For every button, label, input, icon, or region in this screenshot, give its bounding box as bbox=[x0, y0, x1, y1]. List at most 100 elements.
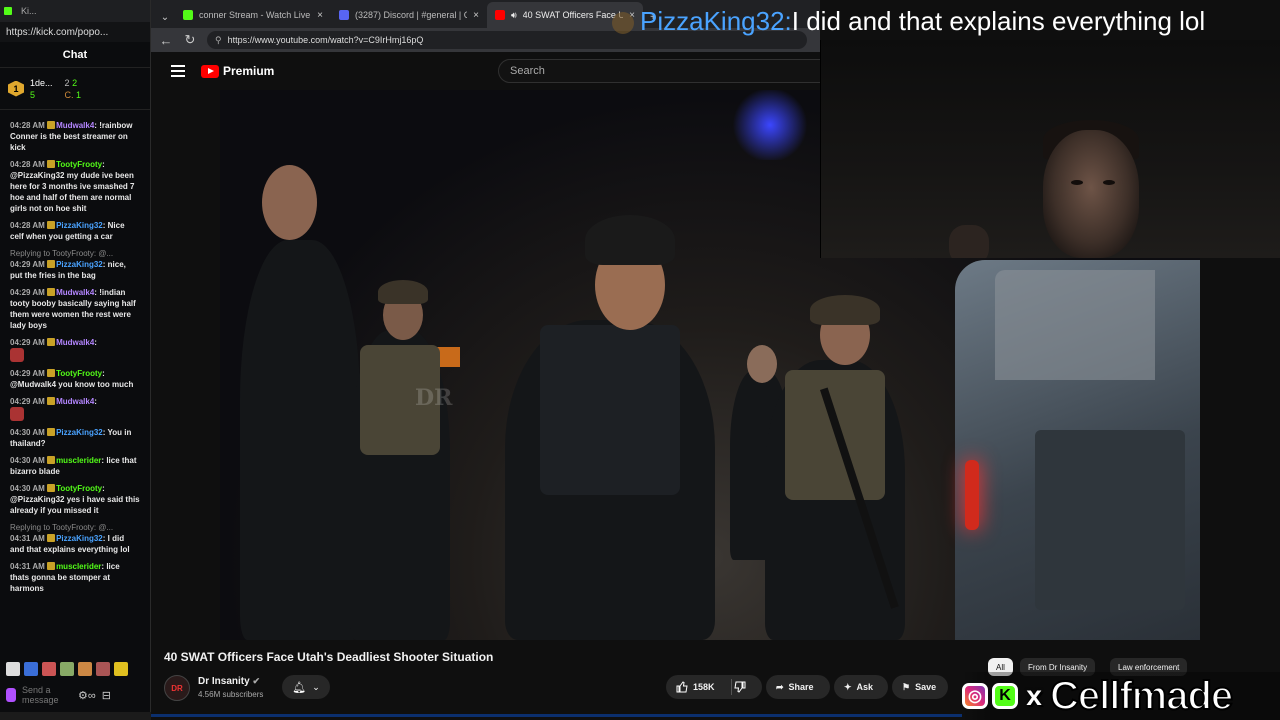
address-bar-url[interactable]: https://www.youtube.com/watch?v=C9IrHmj1… bbox=[228, 35, 424, 45]
chat-message[interactable]: 04:28 AM PizzaKing32: Nice celf when you… bbox=[10, 220, 140, 242]
audio-playing-icon[interactable]: 🔊︎ bbox=[511, 10, 517, 21]
chat-username[interactable]: PizzaKing32 bbox=[56, 428, 103, 437]
chat-username[interactable]: PizzaKing32 bbox=[56, 221, 103, 230]
chat-url-text[interactable]: https://kick.com/popo... bbox=[6, 27, 108, 38]
reload-icon[interactable]: ↻ bbox=[183, 32, 197, 48]
chat-message[interactable]: 04:31 AM musclerider: lice thats gonna b… bbox=[10, 561, 140, 594]
officer-head bbox=[747, 345, 777, 383]
chat-badge-icon bbox=[47, 562, 56, 570]
bell-icon: 🔔︎ bbox=[292, 681, 307, 694]
chat-username[interactable]: TootyFrooty bbox=[56, 484, 102, 493]
emote-hand-icon[interactable] bbox=[96, 662, 110, 676]
share-label: Share bbox=[788, 682, 814, 692]
search-input[interactable]: Search bbox=[498, 59, 820, 83]
chat-username[interactable]: TootyFrooty bbox=[56, 369, 102, 378]
overlay-chat-message: PizzaKing32: I did and that explains eve… bbox=[640, 4, 1205, 38]
chat-message[interactable]: 04:28 AM TootyFrooty: @PizzaKing32 my du… bbox=[10, 159, 140, 214]
thumbs-up-icon[interactable] bbox=[676, 681, 688, 693]
chat-badge-icon bbox=[47, 428, 56, 436]
chat-message[interactable]: 04:28 AM Mudwalk4: !rainbow Conner is th… bbox=[10, 120, 140, 153]
leaderboard-first-name[interactable]: 1de... bbox=[30, 78, 53, 88]
helmet bbox=[810, 295, 880, 325]
chat-username[interactable]: Mudwalk4 bbox=[56, 121, 94, 130]
browser-tab-discord[interactable]: (3287) Discord | #general | Cell × bbox=[331, 2, 487, 28]
bookmark-icon: ⚑ bbox=[902, 681, 911, 692]
site-info-icon[interactable]: ⚲ bbox=[215, 35, 222, 46]
ask-label: Ask bbox=[856, 682, 874, 692]
chat-message-text: @PizzaKing32 my dude ive been here for 3… bbox=[10, 171, 135, 213]
emote-star-icon[interactable] bbox=[114, 662, 128, 676]
chat-username[interactable]: PizzaKing32 bbox=[56, 534, 103, 543]
chat-send-icon[interactable]: ⊟ bbox=[102, 689, 111, 702]
streamer-handle: Cellfmade bbox=[1049, 673, 1234, 719]
ask-button[interactable]: ✦ Ask bbox=[834, 675, 888, 699]
chat-window-tab-title[interactable]: Ki... bbox=[21, 6, 37, 16]
chat-reply-context[interactable]: Replying to TootyFrooty: @... bbox=[10, 248, 140, 259]
like-count: 158K bbox=[693, 682, 715, 692]
streamer-face bbox=[1043, 130, 1139, 258]
emote-face-icon[interactable] bbox=[42, 662, 56, 676]
chat-username[interactable]: musclerider bbox=[56, 456, 101, 465]
chat-message[interactable]: 04:30 AM musclerider: lice that bizarro … bbox=[10, 455, 140, 477]
chat-username[interactable]: musclerider bbox=[56, 562, 101, 571]
chat-username[interactable]: Mudwalk4 bbox=[56, 338, 94, 347]
share-button[interactable]: ➦ Share bbox=[766, 675, 830, 699]
hamburger-menu-icon[interactable] bbox=[171, 65, 185, 77]
youtube-logo[interactable]: Premium bbox=[201, 64, 274, 78]
streamer-eye bbox=[1103, 180, 1115, 185]
emote-w-icon[interactable] bbox=[24, 662, 38, 676]
chat-username[interactable]: Mudwalk4 bbox=[56, 288, 94, 297]
close-tab-icon[interactable]: × bbox=[317, 10, 323, 21]
chat-badge-icon bbox=[47, 484, 56, 492]
youtube-header: Premium Search bbox=[151, 52, 820, 90]
mic-icon[interactable] bbox=[6, 688, 16, 702]
chat-message[interactable]: 04:29 AM Mudwalk4: !indian tooty booby b… bbox=[10, 287, 140, 331]
save-button[interactable]: ⚑ Save bbox=[892, 675, 948, 699]
channel-name-text[interactable]: Dr Insanity bbox=[198, 676, 250, 687]
leaderboard-second-rank[interactable]: 2 bbox=[65, 78, 70, 88]
officer-head bbox=[262, 165, 317, 240]
sparkle-icon: ✦ bbox=[844, 681, 852, 692]
chat-reply-context[interactable]: Replying to TootyFrooty: @... bbox=[10, 522, 140, 533]
channel-name[interactable]: Dr Insanity ✔ bbox=[198, 676, 260, 687]
youtube-favicon-icon bbox=[495, 10, 505, 20]
thumbs-down-icon[interactable] bbox=[733, 681, 746, 693]
verified-check-icon: ✔ bbox=[252, 676, 261, 686]
chat-message[interactable]: 04:29 AM TootyFrooty: @Mudwalk4 you know… bbox=[10, 368, 140, 390]
helmet bbox=[585, 215, 675, 265]
chat-timestamp: 04:31 AM bbox=[10, 534, 45, 543]
video-progress-bar[interactable] bbox=[151, 714, 962, 717]
police-light-glow bbox=[730, 90, 810, 160]
streamer-eye bbox=[1071, 180, 1083, 185]
like-dislike-button[interactable]: 158K bbox=[666, 675, 762, 699]
channel-avatar[interactable]: DR bbox=[164, 675, 190, 701]
tab-search-dropdown-icon[interactable]: ⌄ bbox=[155, 6, 175, 28]
chat-emote-bar bbox=[6, 660, 146, 678]
chat-username[interactable]: PizzaKing32 bbox=[56, 260, 103, 269]
close-tab-icon[interactable]: × bbox=[473, 10, 479, 21]
chat-message-input[interactable]: Send a message bbox=[22, 685, 72, 705]
chat-window-urlbar[interactable]: https://kick.com/popo... bbox=[0, 22, 150, 42]
chat-username[interactable]: Mudwalk4 bbox=[56, 397, 94, 406]
chat-message[interactable]: 04:29 AM Mudwalk4: bbox=[10, 396, 140, 421]
share-arrow-icon: ➦ bbox=[776, 681, 784, 692]
chat-message-list[interactable]: 04:28 AM Mudwalk4: !rainbow Conner is th… bbox=[0, 118, 150, 653]
chat-username[interactable]: TootyFrooty bbox=[56, 160, 102, 169]
streamer-branding: ◎ K x Cellfmade bbox=[962, 672, 1280, 720]
notification-bell-button[interactable]: 🔔︎ ⌄ bbox=[282, 675, 330, 699]
police-truck bbox=[955, 260, 1200, 640]
emote-cat-icon[interactable] bbox=[60, 662, 74, 676]
chat-settings-icon[interactable]: ⚙∞ bbox=[78, 689, 96, 702]
chat-message[interactable]: Replying to TootyFrooty: @... 04:31 AM Pi… bbox=[10, 522, 140, 555]
chat-message[interactable]: 04:30 AM TootyFrooty: @PizzaKing32 yes i… bbox=[10, 483, 140, 516]
leaderboard-third-name[interactable]: C. bbox=[65, 90, 74, 100]
browser-tab-kick[interactable]: conner Stream - Watch Live on Ki × bbox=[175, 2, 331, 28]
chat-message[interactable]: 04:30 AM PizzaKing32: You in thailand? bbox=[10, 427, 140, 449]
emote-picker-icon[interactable] bbox=[6, 662, 20, 676]
chat-message-text: @Mudwalk4 you know too much bbox=[10, 380, 134, 389]
chat-message[interactable]: Replying to TootyFrooty: @... 04:29 AM Pi… bbox=[10, 248, 140, 281]
chat-badge-icon bbox=[47, 456, 56, 464]
chat-message[interactable]: 04:29 AM Mudwalk4: bbox=[10, 337, 140, 362]
emote-burger-icon[interactable] bbox=[78, 662, 92, 676]
back-arrow-icon[interactable]: ← bbox=[159, 33, 173, 48]
